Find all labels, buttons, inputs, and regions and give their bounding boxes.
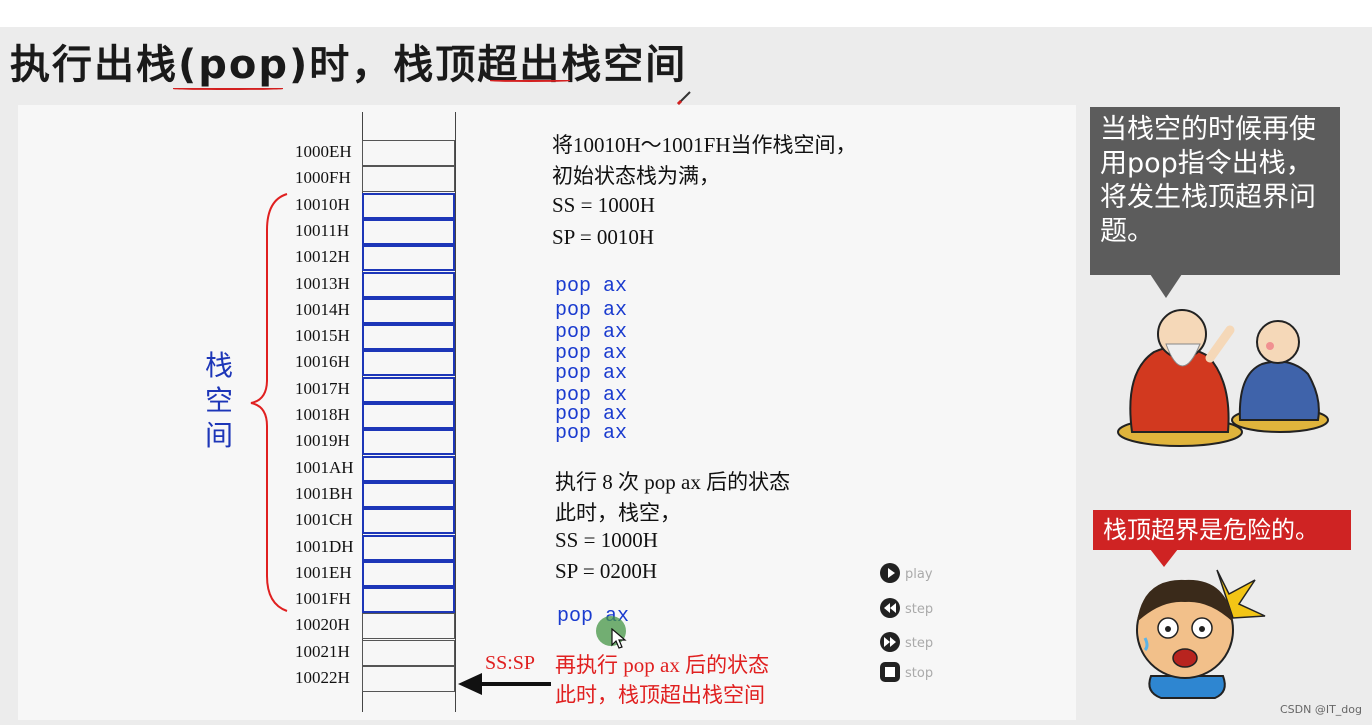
stack-space-cell bbox=[362, 219, 455, 245]
stack-address-label: 1001BH bbox=[295, 484, 353, 503]
desc-line-1: 将10010H～1001FH当作栈空间， bbox=[552, 133, 857, 157]
speech-bubble: 当栈空的时候再使用pop指令出栈，将发生栈顶超界问题。 bbox=[1090, 107, 1340, 275]
stack-space-cell bbox=[362, 508, 455, 534]
credit-watermark: CSDN @IT_dog bbox=[1279, 703, 1362, 716]
stack-right-rail bbox=[455, 112, 456, 712]
step-back-label: step bbox=[905, 602, 934, 617]
monks-illustration-icon bbox=[1117, 309, 1329, 447]
desc-ss: SS = 1000H bbox=[552, 193, 655, 217]
stack-space-cell bbox=[362, 245, 455, 271]
stack-space-label-text: 栈空间 bbox=[205, 349, 234, 452]
pop-instruction: pop ax bbox=[555, 321, 628, 344]
stack-memory-cell bbox=[362, 640, 455, 666]
stack-address-label: 10014H bbox=[295, 300, 350, 319]
stack-address-label: 1001FH bbox=[295, 589, 351, 608]
stack-address-label: 10011H bbox=[295, 221, 350, 240]
stack-address-label: 1001DH bbox=[295, 537, 354, 556]
state-after-line-1: 执行 8 次 pop ax 后的状态 bbox=[555, 470, 791, 494]
stack-space-bracket-icon bbox=[250, 193, 288, 612]
step-forward-icon bbox=[880, 632, 900, 652]
pointer-arrow-icon bbox=[458, 673, 551, 695]
stack-space-cell bbox=[362, 587, 455, 613]
stack-space-cell bbox=[362, 324, 455, 350]
pop-instruction: pop ax bbox=[555, 299, 628, 322]
pop-instruction: pop ax bbox=[555, 422, 628, 445]
stop-icon bbox=[880, 662, 900, 682]
stack-space-cell bbox=[362, 298, 455, 324]
stack-address-label: 10015H bbox=[295, 326, 350, 345]
stack-space-cell bbox=[362, 272, 455, 298]
pen-cursor-icon bbox=[676, 91, 691, 106]
top-bar bbox=[0, 0, 1372, 27]
stack-space-cell bbox=[362, 456, 455, 482]
stack-space-cell bbox=[362, 535, 455, 561]
desc-sp: SP = 0010H bbox=[552, 225, 655, 249]
overflow-note-line-2: 此时，栈顶超出栈空间 bbox=[555, 683, 765, 707]
stack-address-label: 1000EH bbox=[295, 142, 352, 161]
stack-memory-cell bbox=[362, 166, 455, 192]
stack-address-label: 1001AH bbox=[295, 458, 354, 477]
mouse-cursor-icon bbox=[611, 628, 627, 649]
pop-instruction: pop ax bbox=[555, 275, 628, 298]
title-underline-pop bbox=[173, 88, 283, 90]
step-back-icon bbox=[880, 598, 900, 618]
warning-banner: 栈顶超界是危险的。 bbox=[1093, 510, 1351, 550]
stack-memory-cell bbox=[362, 613, 455, 639]
stack-space-cell bbox=[362, 429, 455, 455]
pop-instruction: pop ax bbox=[555, 342, 628, 365]
stack-address-label: 10021H bbox=[295, 642, 350, 661]
play-label: play bbox=[905, 567, 933, 582]
desc-line-2: 初始状态栈为满， bbox=[552, 164, 720, 188]
stack-memory-cell bbox=[362, 140, 455, 166]
stack-space-cell bbox=[362, 561, 455, 587]
overflow-note-line-1: 再执行 pop ax 后的状态 bbox=[555, 653, 770, 677]
stack-address-label: 10013H bbox=[295, 274, 350, 293]
stack-space-cell bbox=[362, 482, 455, 508]
stack-address-label: 10020H bbox=[295, 615, 350, 634]
title-underline-overflow bbox=[490, 80, 570, 82]
stop-label: stop bbox=[905, 666, 934, 681]
stack-address-label: 1001CH bbox=[295, 510, 353, 529]
slide-title: 执行出栈(pop)时，栈顶超出栈空间 bbox=[10, 42, 688, 88]
stack-space-label: 栈空间 bbox=[205, 348, 235, 453]
stack-address-label: 10022H bbox=[295, 668, 350, 687]
warning-text: 栈顶超界是危险的。 bbox=[1103, 516, 1319, 544]
stack-address-label: 1001EH bbox=[295, 563, 352, 582]
stack-space-cell bbox=[362, 377, 455, 403]
stack-memory-cell bbox=[362, 666, 455, 692]
slide-panel bbox=[18, 105, 1076, 720]
pop-instruction: pop ax bbox=[555, 362, 628, 385]
state-after-sp: SP = 0200H bbox=[555, 559, 658, 583]
state-after-line-2: 此时，栈空， bbox=[555, 501, 681, 525]
stack-space-cell bbox=[362, 403, 455, 429]
stack-address-label: 1000FH bbox=[295, 168, 351, 187]
state-after-ss: SS = 1000H bbox=[555, 528, 658, 552]
stack-address-label: 10019H bbox=[295, 431, 350, 450]
stack-address-label: 10010H bbox=[295, 195, 350, 214]
stack-space-cell bbox=[362, 350, 455, 376]
stack-address-label: 10012H bbox=[295, 247, 350, 266]
step-forward-label: step bbox=[905, 636, 934, 651]
stack-space-cell bbox=[362, 193, 455, 219]
play-icon bbox=[880, 563, 900, 583]
speech-bubble-text: 当栈空的时候再使用pop指令出栈，将发生栈顶超界问题。 bbox=[1100, 114, 1316, 247]
stack-address-label: 10016H bbox=[295, 352, 350, 371]
scared-face-illustration-icon bbox=[1136, 569, 1266, 699]
stack-address-label: 10018H bbox=[295, 405, 350, 424]
stack-address-label: 10017H bbox=[295, 379, 350, 398]
